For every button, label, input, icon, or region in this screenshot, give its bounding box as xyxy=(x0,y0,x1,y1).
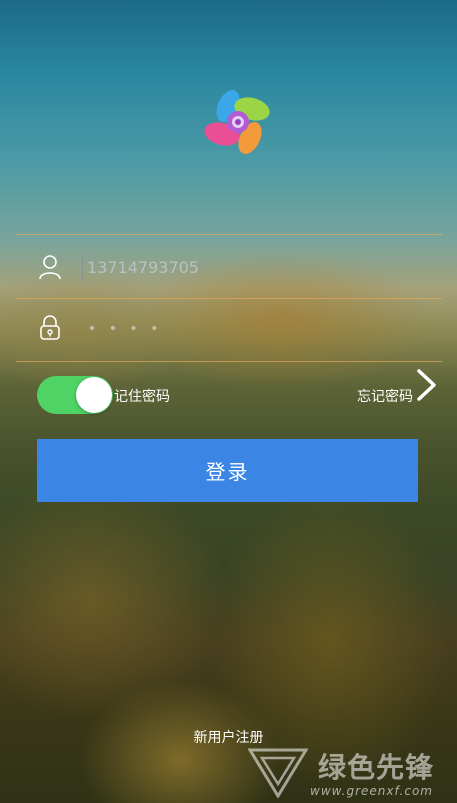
watermark-logo-icon xyxy=(248,748,308,798)
password-input[interactable] xyxy=(82,314,408,344)
form-divider-bottom xyxy=(16,361,442,362)
toggle-knob xyxy=(76,377,112,413)
phone-input[interactable] xyxy=(82,252,402,282)
login-button[interactable]: 登录 xyxy=(37,439,418,502)
lock-icon xyxy=(40,315,60,340)
remember-password-label: 记住密码 xyxy=(114,389,170,405)
watermark: 绿色先锋 www.greenxf.com xyxy=(248,744,453,800)
user-icon xyxy=(39,255,61,280)
forgot-password-link[interactable]: 忘记密码 xyxy=(357,386,413,406)
form-divider-top xyxy=(16,234,442,235)
chevron-right-icon[interactable] xyxy=(414,367,438,403)
watermark-title: 绿色先锋 xyxy=(318,751,435,784)
remember-password-toggle[interactable] xyxy=(37,376,113,414)
form-divider-middle xyxy=(16,298,442,299)
app-logo-icon xyxy=(204,90,270,154)
watermark-url: www.greenxf.com xyxy=(310,784,433,798)
